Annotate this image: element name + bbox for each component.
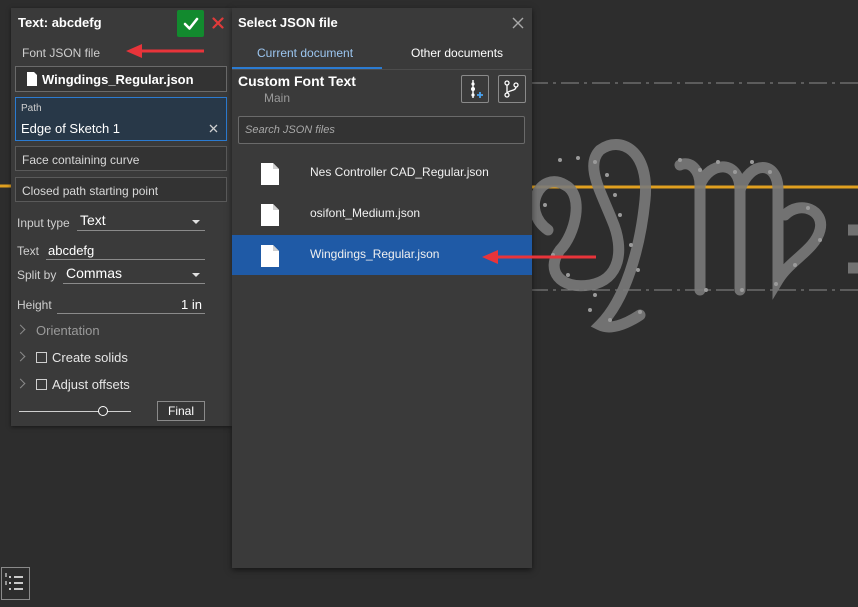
chevron-right-icon[interactable] bbox=[15, 324, 26, 335]
text-input[interactable]: abcdefg bbox=[46, 241, 205, 260]
clear-path-icon[interactable] bbox=[209, 124, 218, 133]
file-name: osifont_Medium.json bbox=[310, 206, 421, 220]
final-button[interactable]: Final bbox=[157, 401, 205, 421]
file-icon bbox=[261, 204, 279, 226]
closed-path-field[interactable]: Closed path starting point bbox=[15, 177, 227, 202]
file-row[interactable]: Nes Controller CAD_Regular.json bbox=[232, 153, 532, 193]
path-field[interactable]: Path Edge of Sketch 1 bbox=[15, 97, 227, 141]
select-json-dialog: Select JSON file Current document Other … bbox=[232, 8, 532, 568]
font-json-label: Font JSON file bbox=[22, 46, 101, 60]
tab-current-document[interactable]: Current document bbox=[257, 46, 353, 60]
text-label: Text bbox=[17, 244, 40, 258]
insert-version-icon bbox=[471, 80, 483, 98]
feature-header: Text: abcdefg bbox=[11, 8, 232, 38]
face-placeholder: Face containing curve bbox=[22, 153, 140, 167]
chevron-down-icon bbox=[192, 220, 200, 224]
chevron-right-icon[interactable] bbox=[15, 351, 26, 362]
input-type-label: Input type bbox=[17, 216, 70, 230]
feature-title: Text: abcdefg bbox=[18, 15, 102, 30]
create-solids-checkbox[interactable] bbox=[36, 352, 47, 363]
chevron-down-icon bbox=[192, 273, 200, 277]
close-icon bbox=[212, 17, 224, 29]
search-json-input[interactable]: Search JSON files bbox=[238, 116, 525, 144]
preview-slider[interactable] bbox=[19, 406, 131, 418]
height-input[interactable]: 1 in bbox=[57, 295, 205, 314]
insert-version-button[interactable] bbox=[461, 75, 489, 103]
list-icon bbox=[5, 573, 23, 590]
cancel-button[interactable] bbox=[210, 15, 226, 31]
split-by-label: Split by bbox=[17, 268, 57, 282]
search-placeholder: Search JSON files bbox=[245, 124, 335, 136]
branch-button[interactable] bbox=[498, 75, 526, 103]
dialog-title: Select JSON file bbox=[238, 15, 338, 30]
height-label: Height bbox=[17, 298, 52, 312]
branch-icon bbox=[504, 80, 519, 98]
closed-path-placeholder: Closed path starting point bbox=[22, 184, 159, 198]
adjust-offsets-checkbox[interactable] bbox=[36, 379, 47, 390]
accept-button[interactable] bbox=[177, 10, 204, 37]
annotation-arrow bbox=[482, 250, 596, 264]
slider-track bbox=[19, 411, 131, 412]
text-feature-panel: Text: abcdefg Font JSON file Wingdings_R… bbox=[11, 8, 232, 426]
font-json-value: Wingdings_Regular.json bbox=[42, 72, 194, 87]
path-value: Edge of Sketch 1 bbox=[21, 121, 121, 136]
file-name: Nes Controller CAD_Regular.json bbox=[310, 165, 489, 179]
annotation-arrow bbox=[126, 44, 204, 58]
face-field[interactable]: Face containing curve bbox=[15, 146, 227, 171]
tab-divider bbox=[232, 69, 532, 70]
slider-thumb[interactable] bbox=[98, 406, 108, 416]
height-value: 1 in bbox=[181, 297, 202, 312]
orientation-section[interactable]: Orientation bbox=[36, 323, 100, 338]
chevron-right-icon[interactable] bbox=[15, 378, 26, 389]
file-icon bbox=[261, 163, 279, 185]
branch-name: Main bbox=[264, 91, 291, 105]
input-type-value: Text bbox=[80, 212, 106, 228]
feature-list-button[interactable] bbox=[1, 567, 30, 600]
file-icon bbox=[261, 245, 279, 267]
document-title: Custom Font Text bbox=[238, 73, 356, 89]
input-type-dropdown[interactable]: Text bbox=[77, 212, 205, 231]
split-by-dropdown[interactable]: Commas bbox=[63, 265, 205, 284]
path-label: Path bbox=[21, 103, 42, 114]
text-value: abcdefg bbox=[48, 243, 95, 258]
file-name: Wingdings_Regular.json bbox=[310, 247, 440, 261]
tab-other-documents[interactable]: Other documents bbox=[411, 46, 503, 60]
file-icon bbox=[27, 72, 37, 86]
file-row[interactable]: osifont_Medium.json bbox=[232, 194, 532, 234]
check-icon bbox=[183, 17, 198, 30]
create-solids-label: Create solids bbox=[52, 350, 128, 365]
font-json-field[interactable]: Wingdings_Regular.json bbox=[15, 66, 227, 92]
close-icon[interactable] bbox=[511, 16, 525, 30]
adjust-offsets-label: Adjust offsets bbox=[52, 377, 130, 392]
split-by-value: Commas bbox=[66, 265, 123, 281]
